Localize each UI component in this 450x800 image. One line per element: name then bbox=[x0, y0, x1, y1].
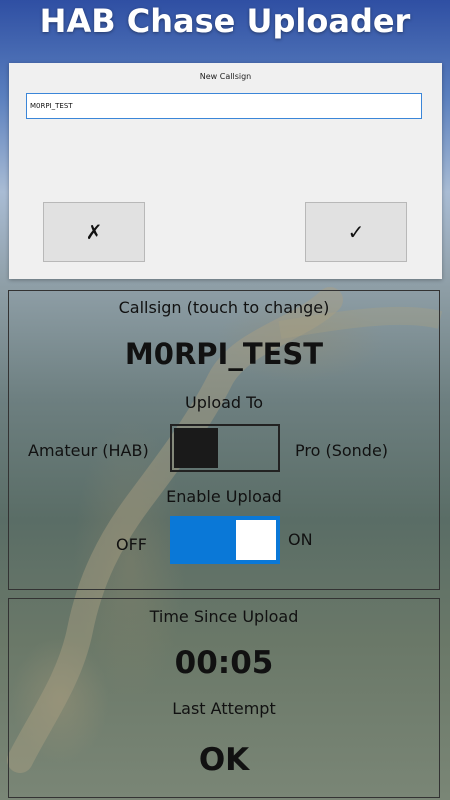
new-callsign-dialog: New Callsign ✗ ✓ bbox=[9, 63, 442, 279]
cancel-button[interactable]: ✗ bbox=[43, 202, 145, 262]
on-label: ON bbox=[288, 530, 313, 549]
enable-upload-label: Enable Upload bbox=[166, 487, 282, 506]
off-label: OFF bbox=[116, 535, 147, 554]
upload-target-toggle[interactable] bbox=[170, 424, 280, 472]
last-attempt-value: OK bbox=[198, 742, 250, 778]
cancel-icon: ✗ bbox=[85, 220, 103, 244]
last-attempt-label: Last Attempt bbox=[172, 699, 276, 718]
checkmark-icon: ✓ bbox=[347, 220, 365, 244]
settings-panel: Callsign (touch to change) M0RPI_TEST Up… bbox=[8, 290, 440, 590]
callsign-value[interactable]: M0RPI_TEST bbox=[9, 337, 439, 371]
amateur-option-label: Amateur (HAB) bbox=[28, 441, 149, 460]
app-title: HAB Chase Uploader bbox=[39, 2, 411, 40]
enable-upload-toggle[interactable] bbox=[170, 516, 280, 564]
pro-option-label: Pro (Sonde) bbox=[295, 441, 389, 460]
callsign-input[interactable] bbox=[26, 93, 422, 119]
time-since-upload-label: Time Since Upload bbox=[149, 607, 299, 626]
dialog-title: New Callsign bbox=[199, 72, 252, 81]
status-panel: Time Since Upload 00:05 Last Attempt OK bbox=[8, 598, 440, 798]
callsign-label[interactable]: Callsign (touch to change) bbox=[9, 298, 439, 317]
toggle-knob bbox=[174, 428, 218, 468]
confirm-button[interactable]: ✓ bbox=[305, 202, 407, 262]
upload-to-label: Upload To bbox=[185, 393, 263, 412]
toggle-knob bbox=[236, 520, 276, 560]
time-since-upload-value: 00:05 bbox=[174, 645, 274, 681]
